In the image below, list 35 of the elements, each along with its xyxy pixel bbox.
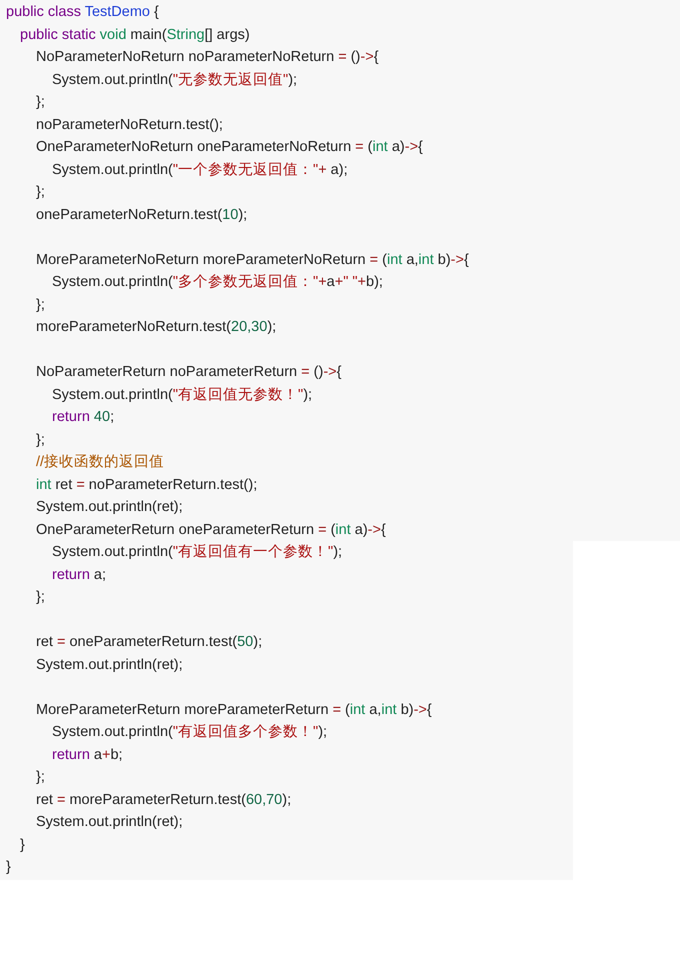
code-line: public class TestDemo { bbox=[6, 4, 159, 20]
code-line: System.out.println("多个参数无返回值："+a+" "+b); bbox=[52, 274, 383, 290]
code-line: NoParameterNoReturn noParameterNoReturn = ()->{ bbox=[36, 49, 379, 65]
code-line: oneParameterNoReturn.test(10); bbox=[36, 206, 248, 222]
code-line: }; bbox=[36, 589, 45, 605]
code-line: System.out.println("有返回值无参数！"); bbox=[52, 386, 312, 402]
code-line: return 40; bbox=[52, 409, 114, 425]
code-line: }; bbox=[36, 769, 45, 785]
code-line: return a+b; bbox=[52, 746, 123, 762]
code-line: NoParameterReturn noParameterReturn = ()->{ bbox=[36, 364, 342, 380]
code-line: System.out.println("无参数无返回值"); bbox=[52, 72, 298, 88]
code-line: } bbox=[20, 836, 25, 852]
code-line: //接收函数的返回值 bbox=[36, 454, 164, 470]
code-line: }; bbox=[36, 432, 45, 448]
code-line: } bbox=[6, 859, 11, 875]
code-line: moreParameterNoReturn.test(20,30); bbox=[36, 319, 276, 335]
code-line: System.out.println(ret); bbox=[36, 656, 183, 672]
code-line: }; bbox=[36, 94, 45, 110]
code-line: System.out.println("一个参数无返回值："+ a); bbox=[52, 162, 348, 178]
code-line: public static void main(String[] args) bbox=[20, 26, 250, 42]
code-line: System.out.println("有返回值多个参数！"); bbox=[52, 724, 328, 740]
code-line: noParameterNoReturn.test(); bbox=[36, 116, 223, 132]
code-line: System.out.println("有返回值有一个参数！"); bbox=[52, 544, 342, 560]
code-line: return a; bbox=[52, 566, 106, 582]
code-line: OneParameterNoReturn oneParameterNoReturn = (int a)->{ bbox=[36, 139, 423, 155]
code-line: }; bbox=[36, 184, 45, 200]
code-line: MoreParameterNoReturn moreParameterNoReturn = (int a,int b)->{ bbox=[36, 252, 469, 268]
code-line: int ret = noParameterReturn.test(); bbox=[36, 476, 258, 492]
code-line: System.out.println(ret); bbox=[36, 814, 183, 830]
code-line: OneParameterReturn oneParameterReturn = (int a)->{ bbox=[36, 522, 386, 538]
code-line: }; bbox=[36, 296, 45, 312]
code-line: MoreParameterReturn moreParameterReturn = (int a,int b)->{ bbox=[36, 702, 432, 718]
code-line: ret = oneParameterReturn.test(50); bbox=[36, 634, 262, 650]
code-line: ret = moreParameterReturn.test(60,70); bbox=[36, 792, 292, 808]
code-line: System.out.println(ret); bbox=[36, 499, 183, 515]
